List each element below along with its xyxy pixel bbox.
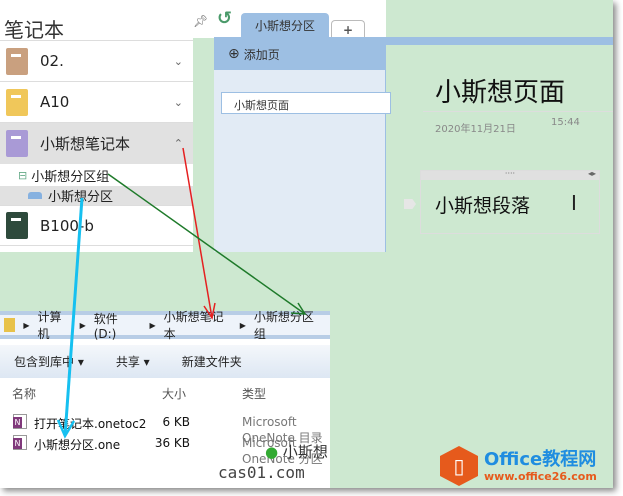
logo-name: Office教程网 <box>484 448 597 470</box>
logo-url: www.office26.com <box>484 469 597 483</box>
red-arrow <box>182 147 213 319</box>
office-logo-icon: ▯ <box>440 446 478 486</box>
annotation-arrows <box>56 147 307 439</box>
screenshot-frame: 笔记本 02. ⌄ A10 ⌄ 小斯想笔记本 ⌃ ⊟ 小斯想分区组 小斯想分区 … <box>0 0 613 488</box>
green-arrow <box>107 173 306 315</box>
office-logo: ▯ Office教程网 www.office26.com <box>440 446 597 486</box>
blue-arrow <box>63 197 84 437</box>
